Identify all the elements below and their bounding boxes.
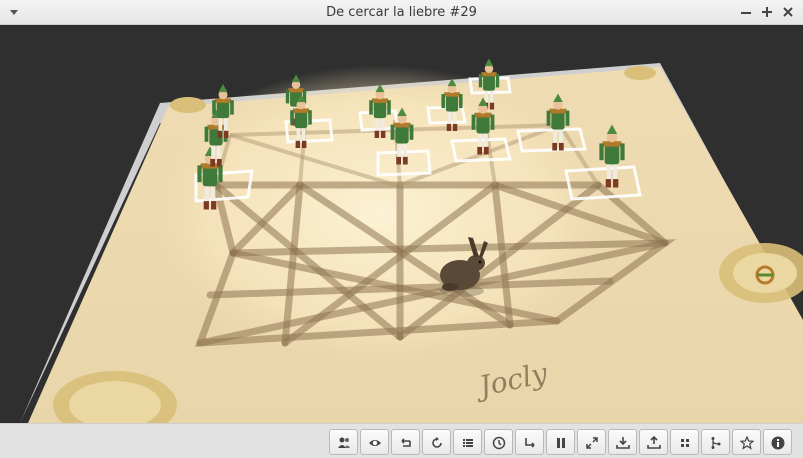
pause-icon bbox=[557, 438, 565, 448]
grid-view-button[interactable] bbox=[670, 429, 699, 455]
undo-button[interactable] bbox=[391, 429, 420, 455]
restart-icon bbox=[432, 437, 442, 448]
view-button[interactable] bbox=[360, 429, 389, 455]
favorite-button[interactable] bbox=[732, 429, 761, 455]
game-tree-button[interactable] bbox=[701, 429, 730, 455]
fullscreen-icon bbox=[586, 437, 598, 449]
download-button[interactable] bbox=[608, 429, 637, 455]
pause-button[interactable] bbox=[546, 429, 575, 455]
star-icon bbox=[740, 436, 754, 450]
players-icon bbox=[338, 437, 350, 448]
clock-button[interactable] bbox=[484, 429, 513, 455]
eye-icon bbox=[369, 440, 381, 446]
title-bar: De cercar la liebre #29 bbox=[0, 0, 803, 25]
redo-button[interactable] bbox=[515, 429, 544, 455]
ornament-top-right bbox=[624, 66, 656, 80]
app-window: De cercar la liebre #29 Jocly bbox=[0, 0, 803, 458]
restart-button[interactable] bbox=[422, 429, 451, 455]
undo-icon bbox=[401, 438, 411, 447]
game-viewport[interactable]: Jocly bbox=[0, 25, 803, 423]
close-icon[interactable] bbox=[780, 4, 796, 20]
upload-button[interactable] bbox=[639, 429, 668, 455]
minimize-icon[interactable] bbox=[738, 4, 754, 20]
maximize-icon[interactable] bbox=[759, 4, 775, 20]
list-icon bbox=[463, 439, 473, 447]
upload-icon bbox=[647, 436, 661, 449]
players-button[interactable] bbox=[329, 429, 358, 455]
moves-list-button[interactable] bbox=[453, 429, 482, 455]
info-button[interactable] bbox=[763, 429, 792, 455]
clock-icon bbox=[492, 436, 506, 450]
redo-icon bbox=[525, 438, 535, 448]
tree-icon bbox=[711, 437, 721, 449]
window-title: De cercar la liebre #29 bbox=[326, 5, 477, 20]
fullscreen-button[interactable] bbox=[577, 429, 606, 455]
game-toolbar bbox=[0, 423, 803, 458]
info-icon bbox=[771, 436, 785, 450]
ornament-top-left bbox=[170, 97, 206, 113]
download-icon bbox=[616, 437, 630, 449]
grid-icon bbox=[681, 439, 689, 447]
